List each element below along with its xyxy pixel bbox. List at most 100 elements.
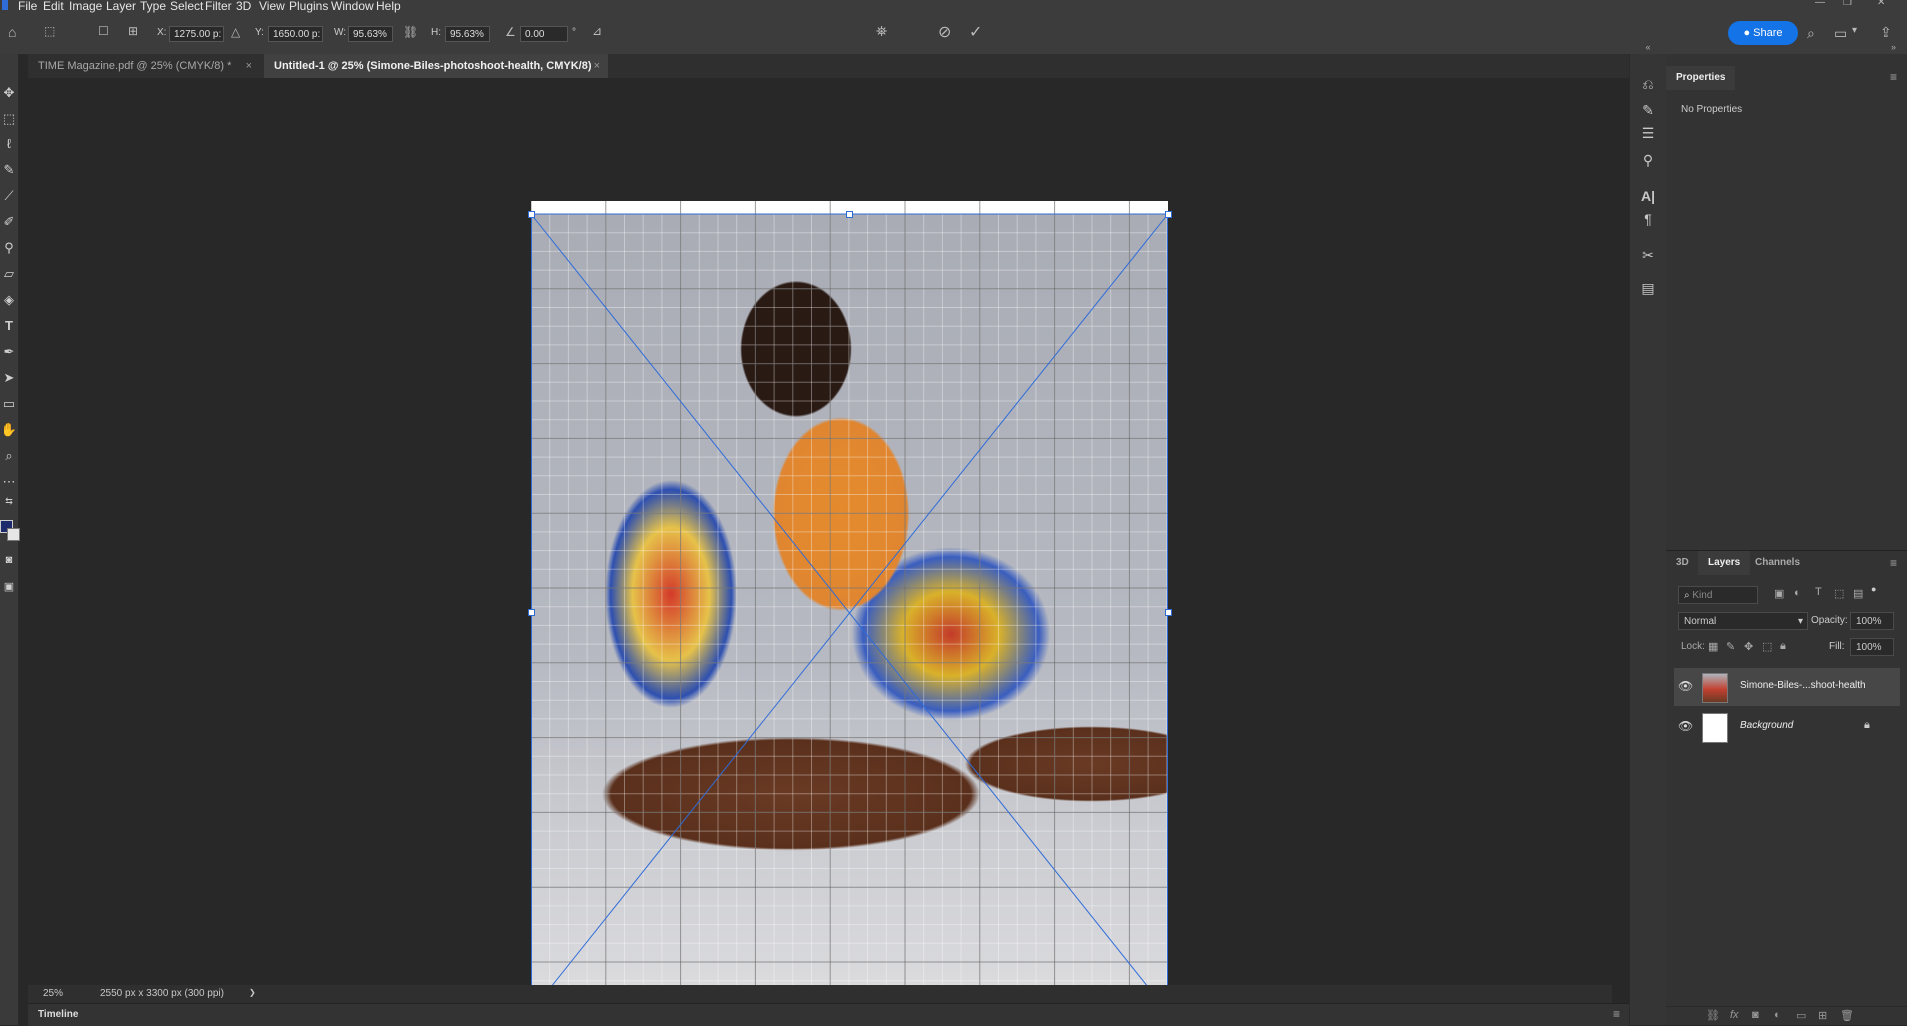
menu-plugins[interactable]: Plugins: [289, 0, 328, 13]
new-layer-icon[interactable]: ⊞: [1818, 1009, 1827, 1022]
tab-time-magazine[interactable]: TIME Magazine.pdf @ 25% (CMYK/8) * ×: [28, 54, 260, 78]
lock-transparent-icon[interactable]: ▦: [1708, 640, 1718, 653]
lock-all-icon[interactable]: 🔒︎: [1780, 640, 1786, 653]
search-icon[interactable]: ⌕: [1807, 25, 1815, 42]
filter-toggle-icon[interactable]: ●: [1871, 584, 1876, 594]
layer-name[interactable]: Background: [1740, 720, 1793, 731]
layers-menu-icon[interactable]: ≡: [1890, 556, 1897, 570]
lock-pixels-icon[interactable]: ✎: [1726, 640, 1735, 653]
visibility-eye-icon[interactable]: 👁︎: [1678, 719, 1693, 733]
reference-point-toggle-icon[interactable]: ☐: [98, 24, 109, 38]
more-tools-icon[interactable]: ⋯: [0, 474, 18, 490]
menu-window[interactable]: Window: [331, 0, 374, 13]
path-select-tool-icon[interactable]: ➤: [0, 370, 18, 386]
x-position-field[interactable]: 1275.00 p:: [169, 26, 224, 42]
properties-menu-icon[interactable]: ≡: [1890, 70, 1897, 84]
eraser-tool-icon[interactable]: ▱: [0, 266, 18, 282]
tab-properties[interactable]: Properties: [1666, 66, 1736, 90]
zoom-level[interactable]: 25%: [43, 988, 63, 999]
timeline-title[interactable]: Timeline: [38, 1009, 78, 1020]
marquee-tool-icon[interactable]: ⬚: [0, 111, 18, 127]
filter-type-icon[interactable]: T: [1815, 586, 1822, 598]
pen-tool-icon[interactable]: ✒: [0, 344, 18, 360]
character-icon[interactable]: A|: [1630, 188, 1666, 204]
width-field[interactable]: 95.63%: [348, 26, 393, 42]
menu-image[interactable]: Image: [69, 0, 102, 13]
eyedropper-tool-icon[interactable]: ⟋: [0, 188, 18, 204]
layer-row-photo[interactable]: 👁︎ Simone-Biles-...shoot-health: [1674, 668, 1900, 706]
menu-file[interactable]: File: [18, 0, 37, 13]
export-icon[interactable]: ⇪: [1880, 24, 1892, 41]
filter-shape-icon[interactable]: ⬚: [1834, 587, 1844, 600]
libraries-icon[interactable]: ▤: [1630, 280, 1666, 297]
menu-filter[interactable]: Filter: [205, 0, 232, 13]
height-field[interactable]: 95.63%: [445, 26, 490, 42]
quick-mask-icon[interactable]: ◙: [0, 554, 18, 566]
cancel-transform-icon[interactable]: ⊘: [938, 22, 951, 42]
fill-field[interactable]: 100%: [1850, 638, 1894, 656]
tab-3d[interactable]: 3D: [1666, 551, 1699, 575]
background-color-swatch[interactable]: [7, 528, 20, 541]
share-button[interactable]: ● Share: [1728, 21, 1798, 45]
menu-help[interactable]: Help: [376, 0, 401, 13]
lock-position-icon[interactable]: ✥: [1744, 640, 1753, 653]
warp-mode-icon[interactable]: ⛯: [876, 23, 887, 40]
menu-layer[interactable]: Layer: [106, 0, 136, 13]
filter-adjustment-icon[interactable]: ◐: [1794, 587, 1801, 599]
transform-handle-right[interactable]: [1165, 609, 1172, 616]
collapse-panels-icon[interactable]: «: [1630, 42, 1666, 52]
link-aspect-icon[interactable]: ⛓: [403, 25, 418, 39]
menu-3d[interactable]: 3D: [236, 0, 251, 13]
filter-smart-object-icon[interactable]: ▤: [1853, 587, 1863, 600]
rotation-field[interactable]: 0.00: [520, 26, 568, 42]
y-position-field[interactable]: 1650.00 p:: [268, 26, 323, 42]
menu-edit[interactable]: Edit: [43, 0, 64, 13]
tab-untitled-1[interactable]: Untitled-1 @ 25% (Simone-Biles-photoshoo…: [264, 54, 608, 78]
lasso-tool-icon[interactable]: ℓ: [0, 136, 18, 151]
layer-name[interactable]: Simone-Biles-...shoot-health: [1740, 680, 1866, 691]
clone-source-icon[interactable]: ⚲: [1630, 152, 1666, 169]
workspace-dropdown-icon[interactable]: ▾: [1852, 25, 1857, 36]
move-tool-icon[interactable]: ✥: [0, 85, 18, 101]
tab-layers[interactable]: Layers: [1698, 551, 1751, 575]
close-tab-icon[interactable]: ×: [246, 54, 252, 78]
restore-icon[interactable]: ❐: [1843, 0, 1857, 8]
minimize-icon[interactable]: —: [1815, 0, 1829, 8]
close-tab-icon[interactable]: ×: [594, 54, 600, 78]
hand-tool-icon[interactable]: ✋: [0, 422, 18, 438]
reference-point-grid-icon[interactable]: ⊞: [128, 24, 138, 38]
adjustments-icon[interactable]: ☰: [1630, 125, 1666, 142]
close-window-icon[interactable]: ✕: [1877, 0, 1891, 8]
skew-icon[interactable]: ⊿: [592, 24, 602, 38]
opacity-field[interactable]: 100%: [1850, 612, 1894, 630]
document-canvas[interactable]: [528, 201, 1172, 1023]
link-layers-icon[interactable]: ⛓: [1706, 1009, 1720, 1022]
add-mask-icon[interactable]: ◙: [1752, 1009, 1759, 1021]
menu-type[interactable]: Type: [140, 0, 166, 13]
lock-artboard-icon[interactable]: ⬚: [1762, 640, 1772, 653]
blend-mode-select[interactable]: Normal ▾: [1678, 612, 1808, 630]
layer-kind-filter[interactable]: ⌕ Kind: [1678, 586, 1758, 604]
rectangle-tool-icon[interactable]: ▭: [0, 396, 18, 412]
timeline-menu-icon[interactable]: ≡: [1613, 1007, 1620, 1021]
status-menu-arrow-icon[interactable]: ❯: [249, 988, 256, 997]
tab-channels[interactable]: Channels: [1745, 551, 1810, 575]
paragraph-icon[interactable]: ¶: [1630, 211, 1666, 227]
brush-settings-icon[interactable]: ✎: [1630, 102, 1666, 119]
delta-icon[interactable]: △: [231, 25, 240, 39]
expand-panel-icon[interactable]: »: [1891, 42, 1896, 52]
visibility-eye-icon[interactable]: 👁︎: [1678, 679, 1693, 693]
history-icon[interactable]: ⎌: [1630, 76, 1666, 93]
new-adjustment-icon[interactable]: ◐: [1774, 1009, 1781, 1021]
paint-bucket-tool-icon[interactable]: ◈: [0, 292, 18, 308]
stamp-tool-icon[interactable]: ⚲: [0, 240, 18, 256]
new-group-icon[interactable]: ▭: [1796, 1009, 1806, 1022]
transform-handle-top-right[interactable]: [1165, 211, 1172, 218]
layer-row-background[interactable]: 👁︎ Background 🔒︎: [1674, 708, 1900, 746]
delete-layer-icon[interactable]: 🗑︎: [1840, 1009, 1854, 1022]
screen-mode-icon[interactable]: ▣: [0, 580, 18, 593]
commit-transform-icon[interactable]: ✓: [969, 22, 982, 42]
tools-settings-icon[interactable]: ✂: [1630, 247, 1666, 264]
menu-select[interactable]: Select: [170, 0, 203, 13]
transform-handle-top[interactable]: [846, 211, 853, 218]
